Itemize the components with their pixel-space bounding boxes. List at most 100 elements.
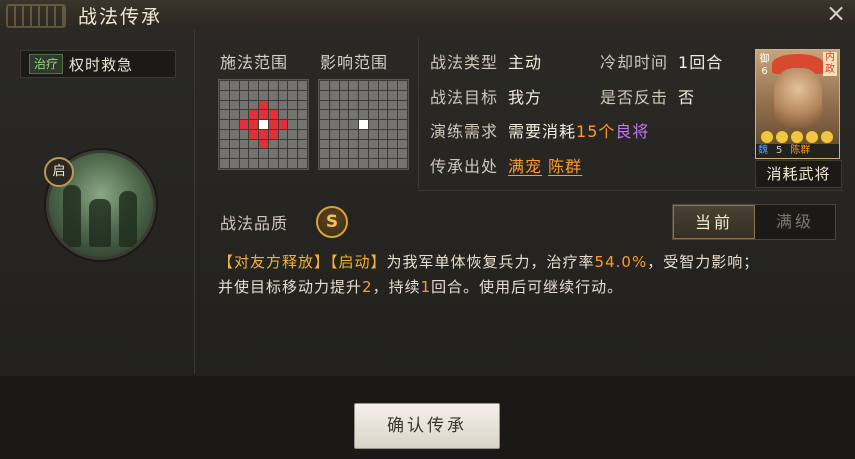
grid-cell — [268, 90, 278, 100]
grid-cell — [239, 159, 249, 168]
grid-cell — [249, 100, 259, 110]
grid-cell — [320, 81, 329, 90]
window-title: 战法传承 — [78, 6, 163, 28]
close-button[interactable]: × — [823, 0, 849, 26]
effect-range-grid — [318, 79, 409, 170]
grid-cell — [349, 90, 359, 100]
source-link-a[interactable]: 满宠 — [508, 157, 542, 176]
grid-cell — [298, 129, 307, 139]
grid-cell — [229, 90, 239, 100]
card-side-text: 御 — [759, 54, 770, 65]
card-bottom-bar: 魏 5 陈群 — [756, 144, 839, 158]
card-caption: 消耗武将 — [755, 160, 842, 188]
grid-cell — [320, 110, 329, 120]
divider — [194, 30, 195, 374]
counter-row: 是否反击否 — [600, 84, 695, 108]
grid-cell — [239, 81, 249, 90]
grid-cell — [388, 149, 398, 159]
grid-cell — [378, 139, 388, 149]
desc-text: ，受智力影响； — [647, 253, 760, 271]
grid-cell — [229, 129, 239, 139]
grid-cell — [298, 90, 307, 100]
target-row: 战法目标 我方 — [430, 84, 542, 108]
divider — [418, 190, 843, 191]
grid-cell — [278, 159, 288, 168]
grid-cell — [339, 149, 349, 159]
grid-cell — [368, 139, 378, 149]
grid-cell — [398, 90, 407, 100]
grid-cell — [378, 120, 388, 129]
grid-cell — [268, 149, 278, 159]
grid-cell — [298, 110, 307, 120]
grid-range-cell — [249, 110, 259, 120]
level-toggle: 当前 满级 — [672, 204, 836, 240]
cast-range-grid — [218, 79, 309, 170]
grid-cell — [388, 120, 398, 129]
grid-range-cell — [249, 120, 259, 129]
grid-cell — [359, 139, 368, 149]
grid-cell — [278, 90, 288, 100]
general-card[interactable]: 御6 内政 魏 5 陈群 — [755, 49, 840, 159]
grid-cell — [339, 110, 349, 120]
grid-cell — [349, 139, 359, 149]
grid-cell — [398, 139, 407, 149]
grid-cell — [249, 81, 259, 90]
grid-cell — [398, 129, 407, 139]
grid-cell — [288, 110, 298, 120]
desc-tag-target: 【对友方释放】 — [218, 253, 331, 271]
grid-cell — [249, 139, 259, 149]
grid-cell — [288, 129, 298, 139]
grid-cell — [229, 149, 239, 159]
skill-name: 权时救急 — [69, 55, 134, 74]
grid-cell — [298, 120, 307, 129]
grid-cell — [368, 129, 378, 139]
grid-range-cell — [268, 110, 278, 120]
grid-cell — [288, 90, 298, 100]
grid-center-cell — [259, 120, 268, 129]
grid-cell — [388, 100, 398, 110]
cast-range-label: 施法范围 — [220, 53, 289, 72]
tab-current[interactable]: 当前 — [673, 205, 755, 239]
grid-cell — [268, 139, 278, 149]
grid-cell — [329, 129, 339, 139]
grid-cell — [398, 81, 407, 90]
grid-cell — [229, 159, 239, 168]
grid-range-cell — [259, 100, 268, 110]
star-icon — [775, 130, 789, 144]
tab-max-level[interactable]: 满级 — [755, 205, 835, 239]
grid-cell — [229, 100, 239, 110]
grid-cell — [229, 139, 239, 149]
grid-range-cell — [278, 120, 288, 129]
grid-cell — [278, 100, 288, 110]
grid-cell — [320, 139, 329, 149]
grid-cell — [288, 120, 298, 129]
activate-badge: 启 — [44, 157, 74, 187]
grid-cell — [239, 100, 249, 110]
grid-cell — [378, 149, 388, 159]
grid-cell — [378, 159, 388, 168]
quality-grade-badge: S — [316, 206, 348, 238]
grid-cell — [288, 139, 298, 149]
grid-cell — [220, 110, 229, 120]
grid-cell — [368, 120, 378, 129]
grid-cell — [339, 81, 349, 90]
grid-cell — [249, 159, 259, 168]
grid-cell — [329, 81, 339, 90]
skill-type-tag: 治疗 — [29, 54, 64, 74]
cooldown-row: 冷却时间 1回合 — [600, 49, 723, 73]
grid-cell — [398, 120, 407, 129]
source-link-b[interactable]: 陈群 — [548, 157, 582, 176]
grid-cell — [359, 110, 368, 120]
grid-cell — [220, 120, 229, 129]
counter-value: 否 — [678, 88, 696, 107]
desc-turns-value: 1 — [420, 278, 432, 296]
confirm-inherit-button[interactable]: 确认传承 — [354, 403, 500, 449]
grid-cell — [359, 159, 368, 168]
train-value: 需要消耗15个良将 — [508, 122, 649, 141]
grid-cell — [349, 129, 359, 139]
grid-cell — [259, 81, 268, 90]
grid-cell — [298, 149, 307, 159]
grid-cell — [288, 149, 298, 159]
grid-cell — [388, 110, 398, 120]
grid-cell — [268, 81, 278, 90]
